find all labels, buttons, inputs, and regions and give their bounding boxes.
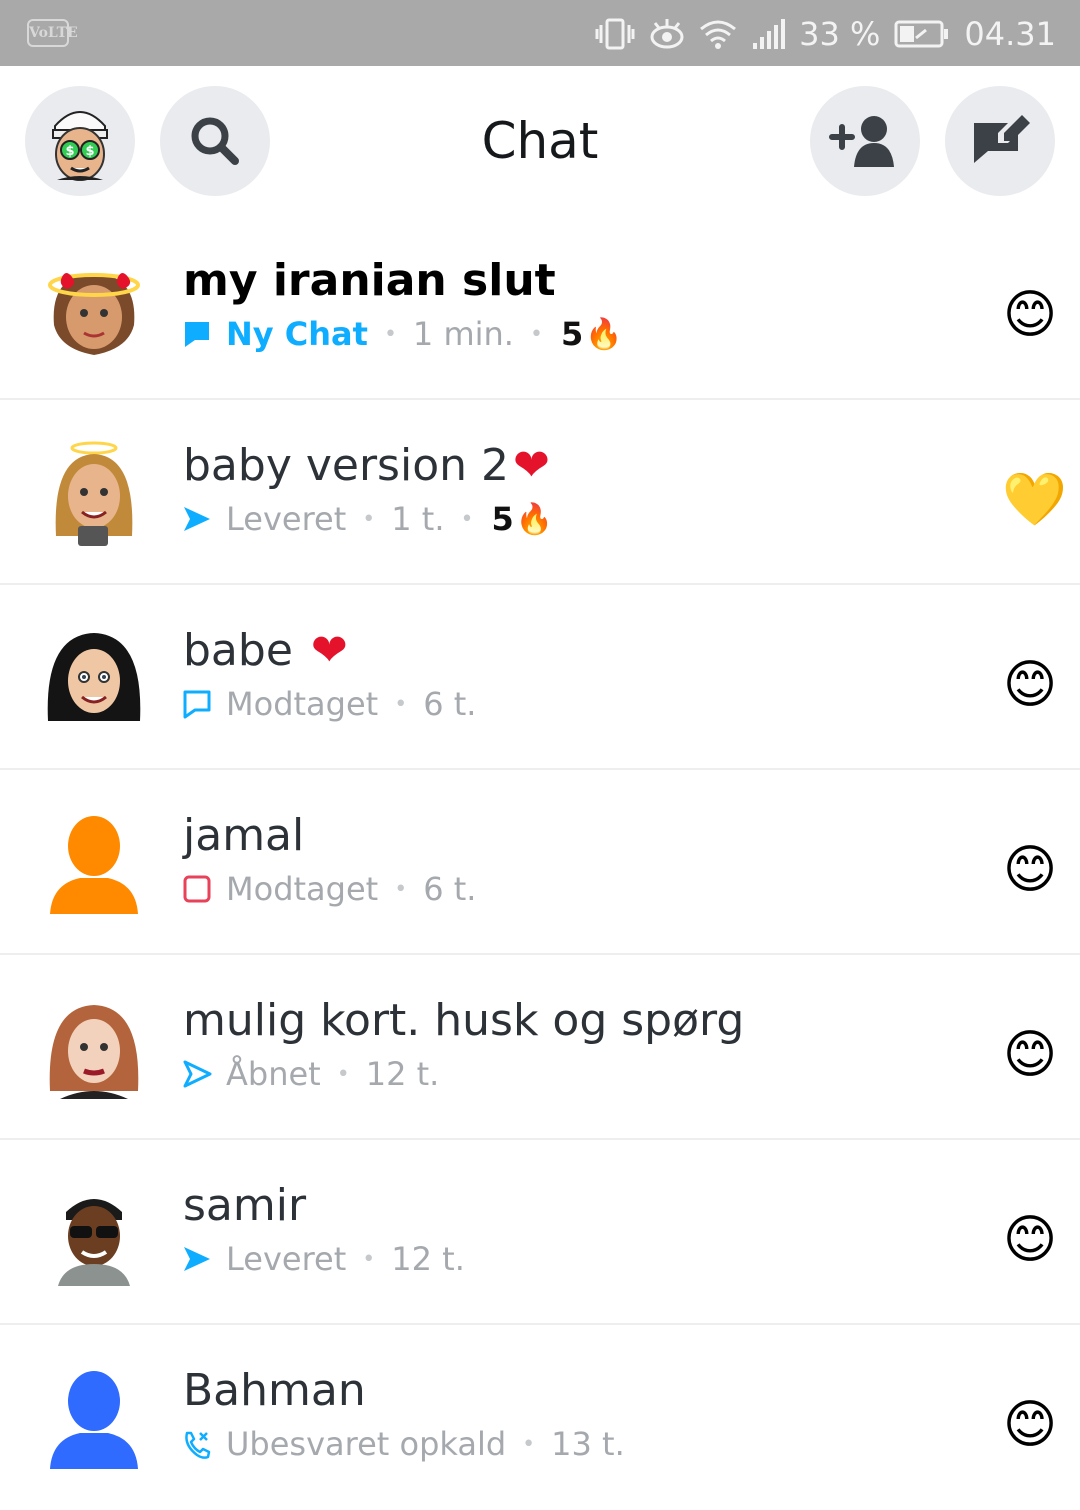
heart-icon: ❤ [512, 440, 550, 491]
chat-list: my iranian slut Ny Chat • 1 min. • 5 🔥 😊… [0, 215, 1080, 1510]
chat-meta: Ubesvaret opkald • 13 t. [182, 1425, 625, 1463]
battery-icon [894, 20, 949, 48]
separator-dot: • [460, 506, 474, 532]
chat-status: Åbnet [226, 1055, 321, 1093]
new-chat-button[interactable] [945, 86, 1055, 196]
separator-dot: • [362, 506, 376, 532]
chat-meta: Modtaget • 6 t. [182, 685, 476, 723]
chat-status: Modtaget [226, 685, 379, 723]
chat-row[interactable]: samir Leveret • 12 t. 😊 [0, 1140, 1080, 1325]
status-bar: VoLTE 33 % 04.31 [0, 0, 1080, 66]
separator-dot: • [394, 876, 408, 902]
chat-time: 12 t. [391, 1240, 465, 1278]
separator-dot: • [362, 1246, 376, 1272]
chat-row[interactable]: baby version 2❤ Leveret • 1 t. • 5 🔥 💛 [0, 400, 1080, 585]
friend-bitmoji-avatar [55, 441, 133, 546]
chat-status: Leveret [226, 500, 347, 538]
fire-icon: 🔥 [515, 501, 554, 537]
chat-meta: Åbnet • 12 t. [182, 1055, 439, 1093]
wifi-icon [700, 20, 737, 49]
missed-call-icon [185, 1431, 211, 1459]
chat-time: 13 t. [551, 1425, 625, 1463]
friend-bitmoji-avatar [58, 1199, 130, 1286]
separator-dot: • [522, 1431, 536, 1457]
chat-name: jamal [183, 810, 305, 861]
eye-comfort-icon [650, 19, 684, 49]
chat-time: 12 t. [365, 1055, 440, 1093]
chat-name: my iranian slut [183, 255, 556, 306]
friend-emoji: 😊 [1002, 1395, 1058, 1455]
chat-name: mulig kort. husk og spørg [183, 995, 745, 1046]
sent-arrow-filled-icon [184, 507, 210, 531]
chat-outline-icon [183, 690, 211, 719]
fire-icon: 🔥 [585, 316, 623, 352]
status-bar-right: 33 % 04.31 [595, 12, 1056, 56]
chat-status: Ny Chat [226, 315, 368, 353]
heart-icon: ❤ [310, 625, 348, 676]
chat-meta: Leveret • 12 t. [182, 1240, 465, 1278]
chat-status: Leveret [226, 1240, 347, 1278]
chat-time: 1 t. [391, 500, 445, 538]
friend-emoji: 😊 [1002, 840, 1058, 900]
chat-header: $ $ Chat [0, 66, 1080, 216]
friend-emoji: 😊 [1002, 1210, 1058, 1270]
friend-emoji: 😊 [1002, 285, 1058, 345]
opened-arrow-outline-icon [183, 1060, 212, 1088]
chat-row[interactable]: mulig kort. husk og spørg Åbnet • 12 t. … [0, 955, 1080, 1140]
chat-status: Ubesvaret opkald [226, 1425, 507, 1463]
chat-row[interactable]: babe ❤ Modtaget • 6 t. 😊 [0, 585, 1080, 770]
sent-arrow-filled-icon [184, 1247, 210, 1271]
battery-percent: 33 % [799, 15, 881, 53]
vibrate-icon [595, 18, 635, 50]
chat-time: 6 t. [423, 870, 477, 908]
friend-emoji: 💛 [1002, 470, 1067, 530]
default-blue-avatar [50, 1371, 138, 1469]
chat-meta: Ny Chat • 1 min. • 5 🔥 [182, 315, 623, 353]
chat-meta: Leveret • 1 t. • 5 🔥 [182, 500, 553, 538]
signal-icon [753, 19, 786, 49]
new-chat-icon [974, 115, 1030, 163]
friend-emoji: 😊 [1002, 1025, 1058, 1085]
add-friend-icon [829, 116, 894, 167]
separator-dot: • [529, 321, 543, 347]
chat-name: babe ❤ [183, 625, 348, 676]
chat-filled-icon [185, 322, 209, 347]
separator-dot: • [394, 691, 408, 717]
streak-count: 5 [560, 315, 584, 353]
chat-meta: Modtaget • 6 t. [182, 870, 476, 908]
streak-count: 5 [491, 500, 514, 538]
chat-name: samir [183, 1180, 307, 1231]
chat-row[interactable]: Bahman Ubesvaret opkald • 13 t. 😊 [0, 1325, 1080, 1510]
volte-indicator: VoLTE [27, 19, 78, 47]
chat-row[interactable]: jamal Modtaget • 6 t. 😊 [0, 770, 1080, 955]
friend-bitmoji-avatar [47, 633, 141, 721]
add-friend-button[interactable] [810, 86, 920, 196]
separator-dot: • [336, 1061, 350, 1087]
chat-status: Modtaget [226, 870, 379, 908]
separator-dot: • [383, 321, 397, 347]
friend-emoji: 😊 [1002, 655, 1058, 715]
chat-row[interactable]: my iranian slut Ny Chat • 1 min. • 5 🔥 😊 [0, 215, 1080, 400]
friend-bitmoji-avatar [48, 273, 140, 355]
chat-name: baby version 2❤ [183, 440, 550, 491]
chat-time: 1 min. [412, 315, 514, 353]
snap-outline-red-icon [183, 875, 211, 903]
friend-bitmoji-avatar [49, 1005, 139, 1099]
default-orange-avatar [50, 816, 138, 914]
chat-name: Bahman [183, 1365, 366, 1416]
clock: 04.31 [964, 15, 1056, 53]
chat-time: 6 t. [423, 685, 477, 723]
